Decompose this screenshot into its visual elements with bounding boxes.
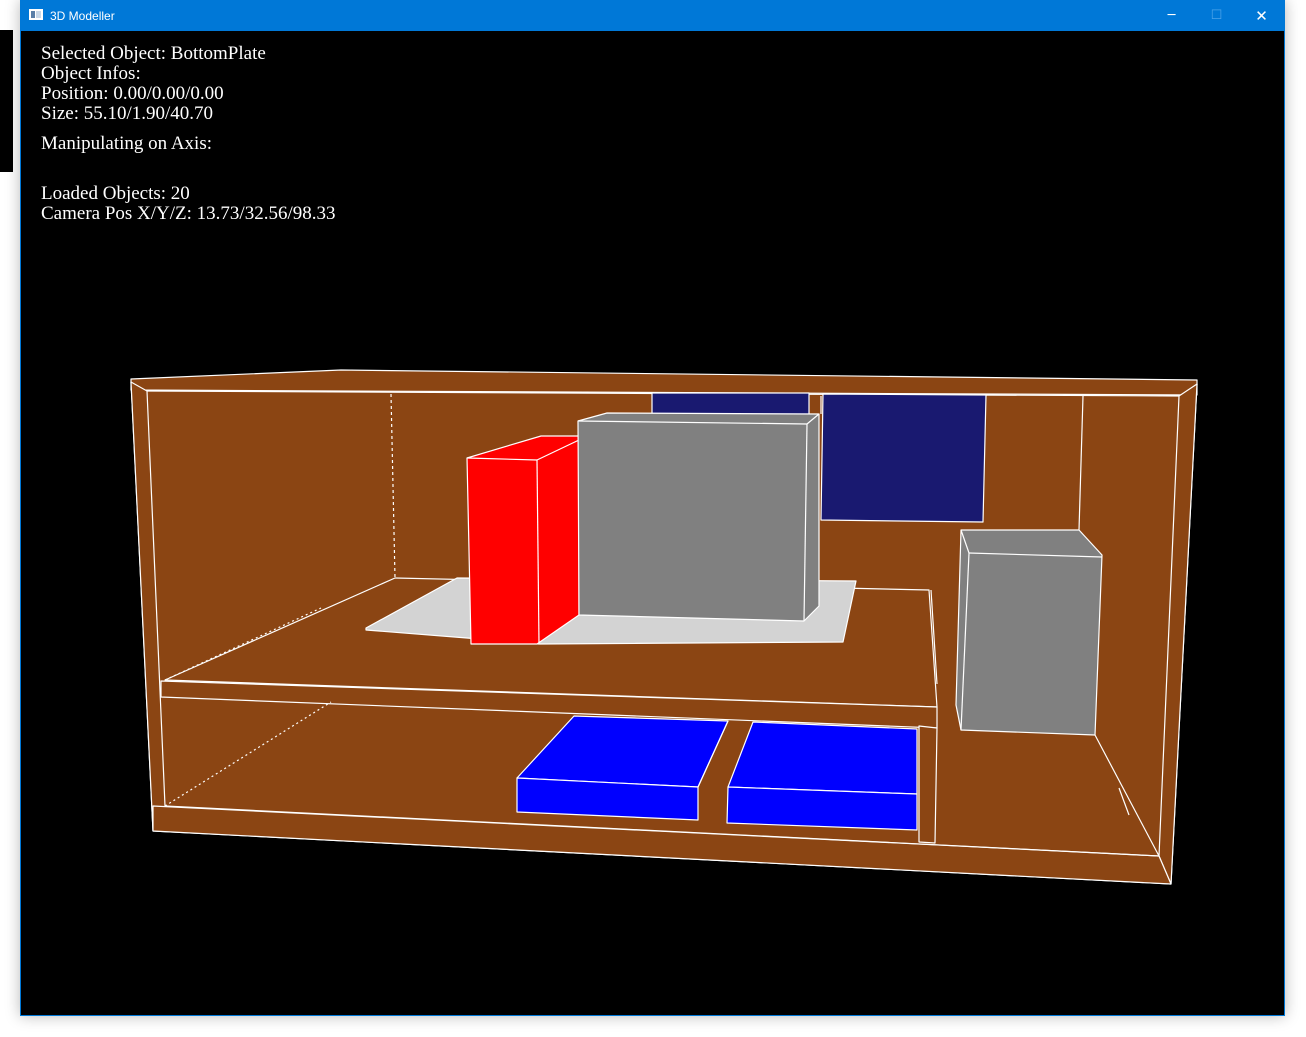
object-infos-label: Object Infos: [41,63,141,84]
navy-box-right[interactable] [820,393,987,523]
camera-pos-readout: Camera Pos X/Y/Z: 13.73/32.56/98.33 [41,203,336,224]
selected-object-label: Selected Object: BottomPlate [41,43,266,64]
axis-readout: Manipulating on Axis: [41,133,212,154]
blue-box-right-top[interactable] [727,721,918,795]
app-icon [29,9,43,20]
red-box[interactable] [466,435,580,645]
title-bar[interactable]: 3D Modeller ─ ☐ ✕ [21,1,1284,31]
maximize-button[interactable]: ☐ [1194,1,1239,31]
navy-box-left[interactable] [651,392,810,417]
3d-viewport[interactable]: Selected Object: BottomPlate Object Info… [21,31,1284,1015]
3d-scene[interactable] [21,31,1284,1015]
close-button[interactable]: ✕ [1239,1,1284,31]
window-title: 3D Modeller [50,9,115,23]
big-gray-box[interactable] [577,412,820,622]
background-window-edge [0,30,13,172]
position-readout: Position: 0.00/0.00/0.00 [41,83,224,104]
right-gray-box[interactable] [955,529,1103,736]
blue-box-right[interactable] [726,786,918,831]
app-window: 3D Modeller ─ ☐ ✕ Selected Object: Botto… [20,0,1285,1016]
loaded-objects-readout: Loaded Objects: 20 [41,183,190,204]
size-readout: Size: 55.10/1.90/40.70 [41,103,214,124]
minimize-button[interactable]: ─ [1149,1,1194,31]
vertical-divider[interactable] [918,725,938,844]
